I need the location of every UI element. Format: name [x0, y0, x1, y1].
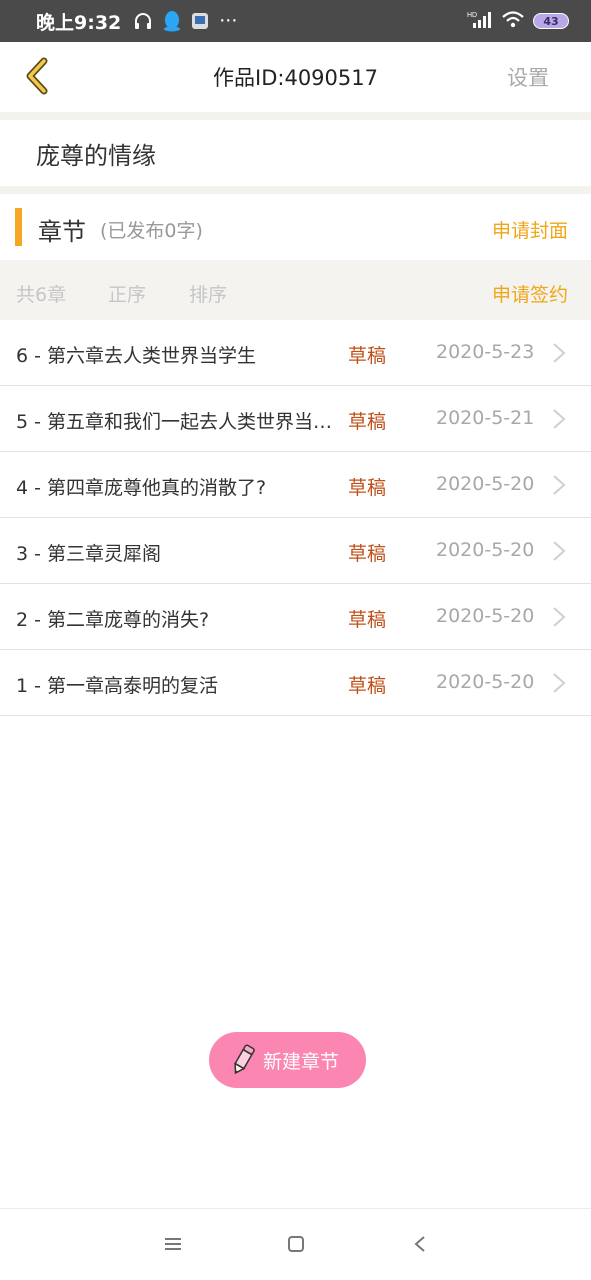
headphone-icon: [133, 11, 153, 31]
section-header: 章节 (已发布0字) 申请封面: [0, 194, 591, 260]
pencil-icon: [234, 1044, 255, 1075]
chapter-row[interactable]: 2 - 第二章庞尊的消失? 草稿 2020-5-20: [0, 584, 591, 650]
hd-signal-icon: HD: [467, 9, 493, 34]
sort-button[interactable]: 排序: [189, 280, 227, 307]
chapter-row[interactable]: 3 - 第三章灵犀阁 草稿 2020-5-20: [0, 518, 591, 584]
chapter-row[interactable]: 4 - 第四章庞尊他真的消散了? 草稿 2020-5-20: [0, 452, 591, 518]
new-chapter-label: 新建章节: [263, 1050, 340, 1073]
filter-row: 共6章 正序 排序 申请签约: [0, 260, 591, 320]
chapter-date: 2020-5-21: [436, 407, 535, 429]
chapter-status: 草稿: [348, 675, 387, 697]
app-icon: [191, 12, 209, 30]
chapter-title: 3 - 第三章灵犀阁: [16, 543, 162, 565]
chapter-row[interactable]: 1 - 第一章高泰明的复活 草稿 2020-5-20: [0, 650, 591, 716]
chapter-date: 2020-5-20: [436, 473, 535, 495]
home-icon[interactable]: [287, 1235, 305, 1253]
more-notifications: ···: [219, 10, 238, 32]
apply-cover-button[interactable]: 申请封面: [492, 216, 568, 243]
section-accent-bar: [15, 208, 22, 246]
chapter-row[interactable]: 5 - 第五章和我们一起去人类世界当学生 草稿 2020-5-21: [0, 386, 591, 452]
page-title: 作品ID:4090517: [213, 66, 378, 90]
chapter-title: 4 - 第四章庞尊他真的消散了?: [16, 477, 267, 499]
chapter-status: 草稿: [348, 543, 387, 565]
work-title: 庞尊的情缘: [0, 120, 591, 186]
menu-icon[interactable]: [164, 1235, 182, 1253]
chevron-right-icon: [553, 475, 566, 495]
status-bar: 晚上9:32 ··· HD 43: [0, 0, 591, 42]
section-label: 章节: [38, 218, 86, 246]
chapter-status: 草稿: [348, 477, 387, 499]
chapter-list: 6 - 第六章去人类世界当学生 草稿 2020-5-23 5 - 第五章和我们一…: [0, 320, 591, 716]
nav-bar: 作品ID:4090517 设置: [0, 42, 591, 112]
order-asc-button[interactable]: 正序: [108, 280, 146, 307]
back-nav-icon[interactable]: [413, 1235, 427, 1253]
chapter-title: 1 - 第一章高泰明的复活: [16, 675, 219, 697]
qq-icon: [163, 10, 181, 32]
new-chapter-button[interactable]: 新建章节: [209, 1032, 366, 1088]
divider: [0, 112, 591, 120]
chapter-date: 2020-5-20: [436, 539, 535, 561]
divider: [0, 186, 591, 194]
apply-sign-button[interactable]: 申请签约: [492, 280, 568, 307]
chapter-total: 共6章: [16, 284, 67, 306]
svg-text:HD: HD: [467, 12, 477, 19]
chapter-title: 2 - 第二章庞尊的消失?: [16, 609, 210, 631]
chapter-row[interactable]: 6 - 第六章去人类世界当学生 草稿 2020-5-23: [0, 320, 591, 386]
status-time: 晚上9:32: [36, 11, 122, 34]
wifi-icon: [501, 9, 525, 34]
chapter-title: 6 - 第六章去人类世界当学生: [16, 345, 257, 367]
chevron-right-icon: [553, 409, 566, 429]
published-count: (已发布0字): [100, 220, 203, 242]
system-nav-bar: [0, 1208, 591, 1280]
chapter-date: 2020-5-23: [436, 341, 535, 363]
chapter-date: 2020-5-20: [436, 605, 535, 627]
chapter-date: 2020-5-20: [436, 671, 535, 693]
chevron-right-icon: [553, 607, 566, 627]
chevron-right-icon: [553, 673, 566, 693]
battery-icon: 43: [533, 13, 569, 29]
chevron-right-icon: [553, 343, 566, 363]
chapter-status: 草稿: [348, 345, 387, 367]
chapter-status: 草稿: [348, 609, 387, 631]
chapter-status: 草稿: [348, 411, 387, 433]
chevron-right-icon: [553, 541, 566, 561]
chapter-title: 5 - 第五章和我们一起去人类世界当学生: [16, 411, 341, 433]
settings-button[interactable]: 设置: [507, 62, 549, 92]
